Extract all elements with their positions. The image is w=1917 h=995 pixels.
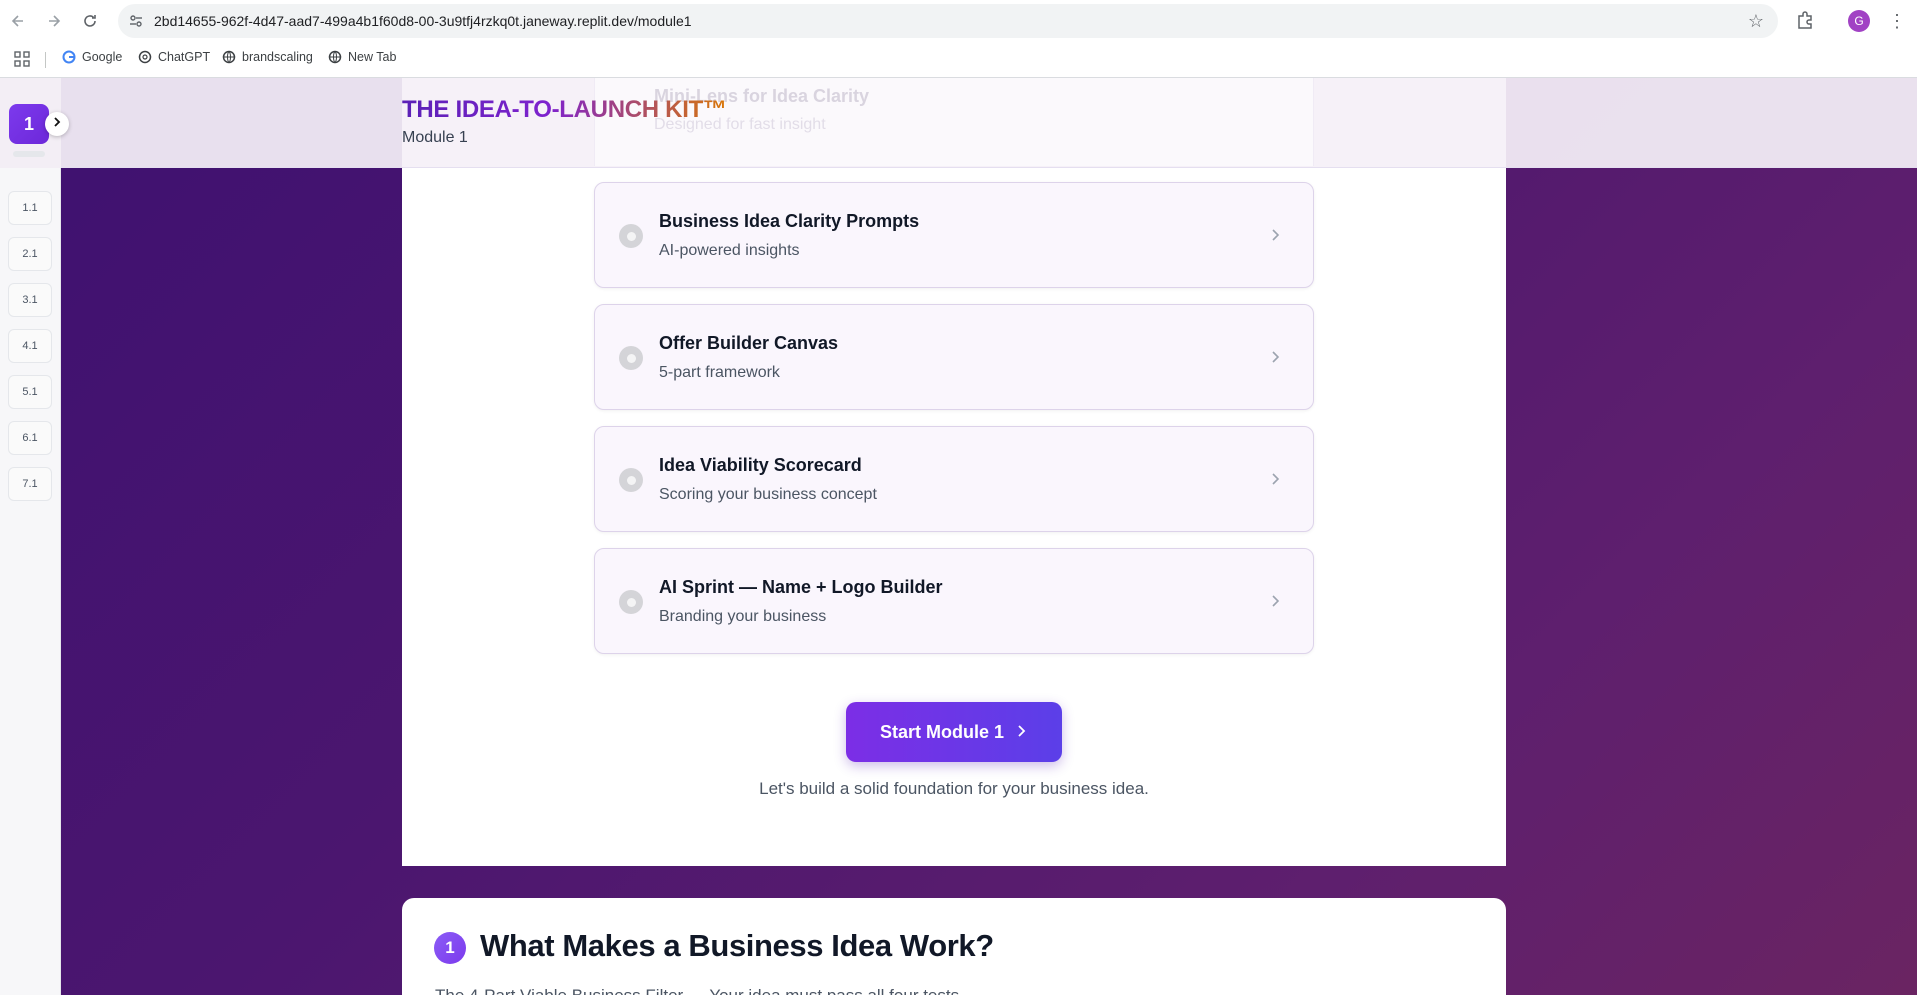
sidebar-step-6-1[interactable]: 6.1	[8, 421, 52, 455]
sidebar-step-4-1[interactable]: 4.1	[8, 329, 52, 363]
extensions-icon[interactable]	[1794, 9, 1818, 33]
apps-grid-icon[interactable]	[14, 51, 32, 69]
bookmark-label: brandscaling	[242, 50, 313, 64]
bookmark-google[interactable]: Google	[62, 50, 122, 64]
lesson-status-radio	[619, 468, 643, 492]
globe-icon	[222, 50, 236, 64]
bookmark-label: ChatGPT	[158, 50, 211, 64]
lesson-item-offer-builder[interactable]: Offer Builder Canvas 5-part framework	[594, 304, 1314, 410]
page-background: Business Idea Clarity Prompts AI-powered…	[0, 78, 1917, 995]
back-icon[interactable]	[6, 9, 30, 33]
reload-icon[interactable]	[78, 9, 102, 33]
bookmark-brandscaling[interactable]: brandscaling	[222, 50, 313, 64]
section-number-badge: 1	[434, 932, 466, 964]
google-icon	[62, 50, 76, 64]
sidebar-step-1-1[interactable]: 1.1	[8, 191, 52, 225]
lesson-title: Business Idea Clarity Prompts	[659, 211, 920, 231]
module-header: Mini-Lens for Idea Clarity Designed for …	[61, 78, 1917, 168]
lesson-title: AI Sprint — Name + Logo Builder	[659, 577, 943, 597]
sidebar-step-7-1[interactable]: 7.1	[8, 467, 52, 501]
lesson-subtitle: Branding your business	[659, 608, 827, 625]
lesson-title: Offer Builder Canvas	[659, 333, 839, 353]
chevron-right-icon	[1267, 349, 1283, 365]
bookmark-new-tab[interactable]: New Tab	[328, 50, 396, 64]
lesson-subtitle: 5-part framework	[659, 364, 780, 381]
site-settings-icon[interactable]	[128, 13, 144, 29]
sidebar-step-2-1[interactable]: 2.1	[8, 237, 52, 271]
cta-tagline: Let's build a solid foundation for your …	[759, 779, 1149, 798]
module-label: Module 1	[402, 129, 468, 146]
address-bar[interactable]: 2bd14655-962f-4d47-aad7-499a4b1f60d8-00-…	[118, 4, 1778, 38]
lesson-item-clarity-prompts[interactable]: Business Idea Clarity Prompts AI-powered…	[594, 182, 1314, 288]
sidebar-expand-button[interactable]	[45, 112, 69, 136]
lesson-subtitle: AI-powered insights	[659, 242, 800, 259]
browser-toolbar: 2bd14655-962f-4d47-aad7-499a4b1f60d8-00-…	[0, 0, 1917, 42]
kit-title: THE IDEA-TO-LAUNCH KIT™	[402, 96, 727, 123]
chevron-right-icon	[1267, 593, 1283, 609]
bookmark-label: New Tab	[348, 50, 397, 64]
chevron-right-icon	[51, 115, 63, 133]
bookmarks-bar: Google ChatGPT brandscaling New Tab	[0, 42, 1917, 78]
chatgpt-icon	[138, 50, 152, 64]
module-badge[interactable]: 1	[9, 104, 49, 144]
lesson-status-radio	[619, 224, 643, 248]
profile-avatar[interactable]: G	[1848, 10, 1870, 32]
lesson-item-ai-sprint[interactable]: AI Sprint — Name + Logo Builder Branding…	[594, 548, 1314, 654]
module-progress-bar	[13, 151, 45, 157]
lesson-subtitle: Scoring your business concept	[659, 486, 877, 503]
bookmark-separator	[45, 52, 46, 68]
lesson-status-radio	[619, 590, 643, 614]
start-module-label: Start Module 1	[879, 721, 1004, 742]
forward-icon[interactable]	[42, 9, 66, 33]
bookmark-label: Google	[82, 50, 123, 64]
chevron-right-icon	[1014, 722, 1028, 743]
start-module-button[interactable]: Start Module 1	[846, 702, 1062, 762]
more-menu-icon[interactable]: ⋮	[1888, 9, 1906, 33]
lesson-status-radio	[619, 346, 643, 370]
lesson-item-viability-scorecard[interactable]: Idea Viability Scorecard Scoring your bu…	[594, 426, 1314, 532]
bookmark-chatgpt[interactable]: ChatGPT	[138, 50, 210, 64]
section-card: 1 What Makes a Business Idea Work? The 4…	[402, 898, 1506, 995]
bookmark-star-icon[interactable]: ☆	[1748, 11, 1764, 32]
chevron-right-icon	[1267, 471, 1283, 487]
sidebar-step-5-1[interactable]: 5.1	[8, 375, 52, 409]
sidebar-step-3-1[interactable]: 3.1	[8, 283, 52, 317]
module-overview-card: Business Idea Clarity Prompts AI-powered…	[402, 78, 1506, 866]
module-sidebar: 1 1.1 2.1 3.1 4.1 5.1 6.1 7.1	[0, 78, 61, 995]
section-title: What Makes a Business Idea Work?	[480, 928, 994, 963]
section-subtitle: The 4-Part Viable Business Filter — Your…	[435, 986, 959, 995]
globe-icon	[328, 50, 342, 64]
url-text: 2bd14655-962f-4d47-aad7-499a4b1f60d8-00-…	[154, 13, 692, 29]
chevron-right-icon	[1267, 227, 1283, 243]
lesson-title: Idea Viability Scorecard	[659, 455, 862, 475]
